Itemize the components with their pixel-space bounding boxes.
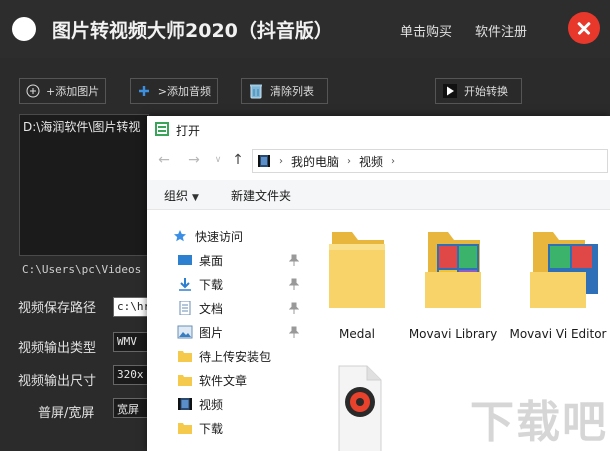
chevron-right-icon: ›: [391, 155, 396, 167]
output-type-label: 视频输出类型: [18, 341, 97, 356]
add-image-button[interactable]: +添加图片: [19, 78, 106, 104]
register-link[interactable]: 软件注册: [475, 21, 527, 40]
media-file-icon: [338, 365, 382, 451]
app-logo-icon: [12, 17, 36, 41]
dialog-app-icon: [155, 122, 169, 136]
folder-media-icon: [425, 232, 481, 308]
output-path-display: C:\Users\pc\Videos: [22, 263, 142, 276]
folder-icon: [177, 373, 193, 387]
start-convert-label: 开始转换: [464, 85, 508, 98]
start-convert-button[interactable]: 开始转换: [435, 78, 522, 104]
picture-icon: [177, 325, 193, 339]
up-arrow-icon[interactable]: ↑: [229, 151, 247, 169]
media-file-tile[interactable]: [307, 362, 407, 451]
close-button[interactable]: [568, 12, 600, 44]
download-icon: [177, 277, 193, 291]
nav-label: 下载: [199, 421, 224, 436]
forward-arrow-icon[interactable]: →: [185, 151, 203, 169]
add-image-label: +添加图片: [46, 85, 100, 98]
nav-label: 待上传安装包: [199, 349, 272, 364]
nav-item-downloads[interactable]: 下载: [147, 272, 305, 296]
nav-item-pictures[interactable]: 图片: [147, 320, 305, 344]
navigation-pane: 快速访问 桌面 下载 文档 图片 待上传安装包 软件文章 视频 下载: [147, 212, 305, 451]
address-row: ← → ∨ ↑ › 我的电脑 › 视频 ›: [147, 146, 610, 176]
add-audio-button[interactable]: >添加音频: [130, 78, 218, 104]
folder-icon: [329, 232, 385, 308]
nav-item-quick-access[interactable]: 快速访问: [147, 224, 305, 248]
nav-item-videos[interactable]: 视频: [147, 392, 305, 416]
organize-menu[interactable]: 组织 ▼: [164, 187, 199, 204]
desktop-icon: [177, 253, 193, 267]
dialog-title: 打开: [176, 124, 201, 138]
clear-list-label: 清除列表: [270, 85, 314, 98]
folder-tile-movavi-library[interactable]: Movavi Library: [403, 222, 503, 352]
folder-tile-medal[interactable]: Medal: [307, 222, 407, 352]
nav-label: 桌面: [199, 253, 224, 268]
save-path-label: 视频保存路径: [18, 301, 97, 316]
aspect-label: 普屏/宽屏: [38, 406, 95, 421]
clear-list-button[interactable]: 清除列表: [241, 78, 328, 104]
folder-tile-movavi-editor[interactable]: Movavi Vi Editor: [503, 222, 610, 352]
pin-icon[interactable]: [288, 326, 300, 338]
nav-label: 图片: [199, 325, 224, 340]
star-icon: [173, 229, 189, 243]
plus-icon: [137, 83, 152, 99]
history-chevron-icon[interactable]: ∨: [209, 151, 227, 169]
nav-label: 视频: [199, 397, 224, 412]
app-titlebar: 图片转视频大师2020（抖音版） 单击购买 软件注册: [0, 0, 610, 58]
folder-icon: [177, 349, 193, 363]
breadcrumb-videos[interactable]: 视频: [359, 153, 383, 170]
nav-label: 软件文章: [199, 373, 248, 388]
recycle-bin-icon: [248, 83, 264, 99]
buy-link[interactable]: 单击购买: [400, 21, 452, 40]
nav-label: 下载: [199, 277, 224, 292]
video-icon: [177, 397, 193, 411]
file-name: Medal: [338, 327, 376, 341]
new-folder-button[interactable]: 新建文件夹: [231, 187, 291, 204]
dialog-titlebar: 打开: [147, 116, 610, 144]
address-bar[interactable]: › 我的电脑 › 视频 ›: [252, 149, 608, 173]
pin-icon[interactable]: [288, 278, 300, 290]
chevron-right-icon: ›: [347, 155, 352, 167]
organize-label: 组织: [164, 189, 189, 203]
file-name: Movavi Vi Editor: [509, 327, 607, 341]
add-circle-icon: [26, 83, 40, 99]
chevron-right-icon: ›: [279, 155, 283, 167]
breadcrumb-computer[interactable]: 我的电脑: [291, 153, 339, 170]
nav-item-pending-packages[interactable]: 待上传安装包: [147, 344, 305, 368]
folder-media-icon: [530, 232, 598, 308]
image-file-list[interactable]: D:\海润软件\图片转视: [19, 114, 149, 256]
document-icon: [177, 300, 193, 316]
output-size-label: 视频输出尺寸: [18, 374, 97, 389]
nav-item-downloads-folder[interactable]: 下载: [147, 416, 305, 440]
folder-icon: [177, 421, 193, 435]
nav-item-software-articles[interactable]: 软件文章: [147, 368, 305, 392]
nav-label: 文档: [199, 301, 224, 316]
pin-icon[interactable]: [288, 302, 300, 314]
film-strip-icon: [257, 154, 271, 168]
command-bar: 组织 ▼ 新建文件夹: [147, 180, 610, 210]
nav-item-desktop[interactable]: 桌面: [147, 248, 305, 272]
nav-label: 快速访问: [195, 229, 244, 244]
list-item[interactable]: D:\海润软件\图片转视: [23, 118, 145, 135]
file-name: Movavi Library: [408, 327, 498, 341]
add-audio-label: >添加音频: [157, 85, 211, 98]
play-icon: [442, 83, 458, 99]
watermark-logo: 下载吧: [470, 397, 608, 448]
app-title: 图片转视频大师2020（抖音版）: [52, 20, 333, 42]
caret-down-icon: ▼: [192, 193, 199, 203]
back-arrow-icon[interactable]: ←: [155, 151, 173, 169]
pin-icon[interactable]: [288, 254, 300, 266]
nav-item-documents[interactable]: 文档: [147, 296, 305, 320]
